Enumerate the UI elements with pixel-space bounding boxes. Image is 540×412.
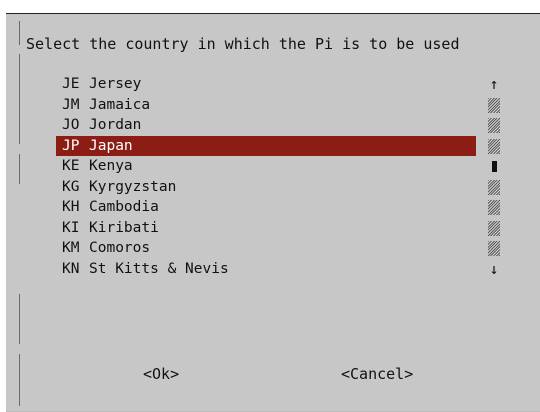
list-item[interactable]: JO Jordan: [56, 115, 476, 136]
country-code: KG: [62, 178, 80, 195]
country-code: JO: [62, 117, 80, 133]
country-name: Kenya: [89, 158, 133, 174]
dialog-border-segment: [19, 154, 20, 184]
country-code: KH: [62, 199, 80, 215]
country-code: JE: [62, 76, 80, 92]
scrollbar-thumb[interactable]: [486, 156, 502, 177]
scrollbar-track[interactable]: [486, 197, 502, 218]
scrollbar-track[interactable]: [486, 115, 502, 136]
scrollbar-track-shade: [488, 200, 500, 215]
country-list[interactable]: JE Jersey JM Jamaica JO Jordan JP Japan KE Kenya K…: [56, 74, 476, 279]
country-name: Kyrgyzstan: [89, 178, 177, 195]
country-code: JM: [62, 96, 80, 113]
scrollbar-track-shade: [488, 138, 500, 154]
list-item-selected[interactable]: JP Japan: [56, 135, 476, 156]
dialog-border-segment: [19, 294, 20, 344]
scrollbar-track-shade: [488, 97, 500, 113]
scrollbar[interactable]: ↑ ↓: [486, 74, 502, 279]
country-name: Jamaica: [89, 96, 151, 113]
list-item[interactable]: KI Kiribati: [56, 218, 476, 239]
scrollbar-thumb-block[interactable]: [491, 161, 497, 172]
scrollbar-track[interactable]: [486, 136, 502, 157]
scrollbar-track[interactable]: [486, 238, 502, 259]
cancel-button[interactable]: <Cancel>: [341, 364, 413, 384]
scroll-down-arrow-icon[interactable]: ↓: [486, 259, 502, 280]
country-name: Jordan: [89, 117, 142, 133]
list-item[interactable]: KH Cambodia: [56, 197, 476, 218]
list-item[interactable]: JM Jamaica: [56, 95, 476, 116]
scrollbar-track[interactable]: [486, 177, 502, 198]
scrollbar-track-shade: [488, 118, 500, 133]
list-item[interactable]: KG Kyrgyzstan: [56, 177, 476, 198]
country-name: Cambodia: [89, 199, 159, 215]
country-name: Comoros: [89, 240, 151, 256]
country-name: St Kitts & Nevis: [89, 260, 229, 277]
scrollbar-track[interactable]: [486, 218, 502, 239]
country-code: KE: [62, 158, 80, 174]
scrollbar-track-shade: [488, 220, 500, 236]
scroll-up-arrow-icon[interactable]: ↑: [486, 74, 502, 95]
scrollbar-track-shade: [488, 179, 500, 195]
dialog-border-segment: [19, 354, 20, 406]
dialog-title: Select the country in which the Pi is to…: [26, 35, 460, 53]
country-select-dialog: Select the country in which the Pi is to…: [6, 13, 540, 412]
dialog-border-segment: [19, 54, 20, 144]
country-code: KM: [62, 240, 80, 256]
country-code: KI: [62, 219, 80, 236]
country-name: Jersey: [89, 76, 142, 92]
country-name: Kiribati: [89, 219, 159, 236]
country-code: JP: [62, 137, 80, 154]
list-item[interactable]: KM Comoros: [56, 238, 476, 259]
list-item[interactable]: JE Jersey: [56, 74, 476, 95]
list-item[interactable]: KE Kenya: [56, 156, 476, 177]
ok-button[interactable]: <Ok>: [143, 364, 179, 384]
list-item[interactable]: KN St Kitts & Nevis: [56, 259, 476, 280]
dialog-border-segment: [19, 21, 20, 45]
scrollbar-track-shade: [488, 241, 500, 256]
country-name: Japan: [89, 137, 133, 154]
country-code: KN: [62, 260, 80, 277]
scrollbar-track[interactable]: [486, 95, 502, 116]
